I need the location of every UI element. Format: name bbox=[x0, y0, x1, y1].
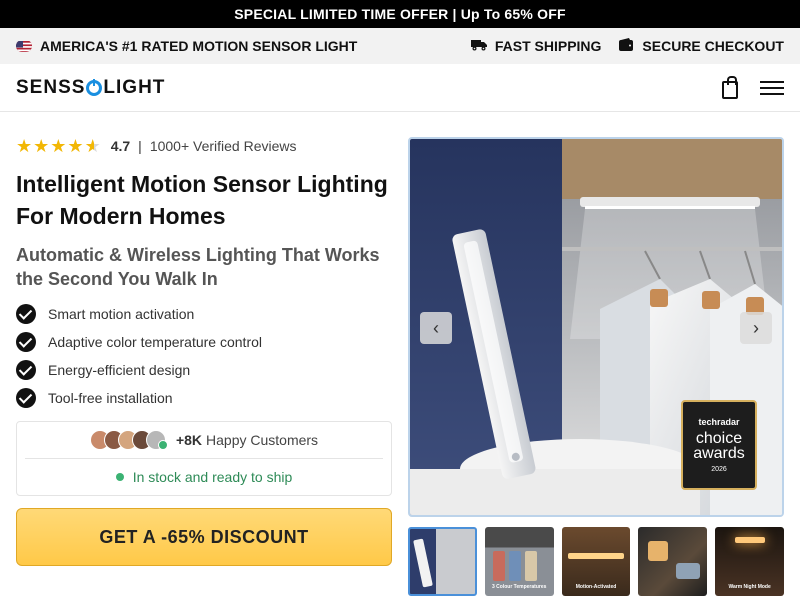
trust-rating-item: AMERICA'S #1 RATED MOTION SENSOR LIGHT bbox=[16, 38, 357, 54]
secure-checkout-item: SECURE CHECKOUT bbox=[619, 38, 784, 54]
award-line2: awards bbox=[693, 445, 745, 462]
stock-status-text: In stock and ready to ship bbox=[132, 469, 293, 485]
product-headline: Intelligent Motion Sensor Lighting For M… bbox=[16, 171, 388, 229]
checkmark-icon bbox=[16, 332, 36, 352]
gallery-prev-button[interactable]: ‹ bbox=[420, 312, 452, 344]
customer-label: Happy Customers bbox=[206, 432, 319, 448]
wallet-icon bbox=[619, 38, 634, 54]
secure-checkout-text: SECURE CHECKOUT bbox=[642, 38, 784, 54]
feature-item: Energy-efficient design bbox=[16, 356, 392, 384]
gallery-thumbnail[interactable]: 3 Colour Temperatures bbox=[484, 527, 554, 596]
social-proof-box: +8K Happy Customers In stock and ready t… bbox=[16, 421, 392, 496]
star-icon: ★ bbox=[33, 136, 50, 156]
award-brand: techradar bbox=[698, 417, 740, 427]
fast-shipping-item: FAST SHIPPING bbox=[470, 38, 602, 54]
rating-value: 4.7 bbox=[110, 138, 131, 154]
shopping-bag-icon[interactable] bbox=[722, 75, 738, 99]
customer-count: +8K bbox=[175, 432, 203, 448]
thumbnail-caption: 3 Colour Temperatures bbox=[492, 584, 547, 590]
hamburger-menu-icon[interactable] bbox=[760, 80, 784, 96]
checkmark-icon bbox=[16, 388, 36, 408]
product-subhead: Automatic & Wireless Lighting That Works… bbox=[16, 245, 380, 289]
feature-item: Smart motion activation bbox=[16, 300, 392, 328]
happy-customers-row: +8K Happy Customers bbox=[25, 422, 383, 459]
customer-avatars bbox=[89, 430, 168, 450]
trust-rating-text: AMERICA'S #1 RATED MOTION SENSOR LIGHT bbox=[40, 38, 358, 54]
fast-shipping-text: FAST SHIPPING bbox=[494, 38, 602, 54]
feature-list: Smart motion activation Adaptive color t… bbox=[16, 300, 392, 412]
star-icon: ★ bbox=[16, 136, 33, 156]
award-year: 2026 bbox=[711, 466, 727, 473]
gallery-thumbnail[interactable]: Motion-Activated bbox=[561, 527, 631, 596]
truck-icon bbox=[470, 38, 487, 54]
promo-banner: SPECIAL LIMITED TIME OFFER | Up To 65% O… bbox=[0, 0, 800, 28]
rating-separator: | bbox=[138, 138, 142, 154]
checkmark-icon bbox=[16, 304, 36, 324]
logo-text-right: LIGHT bbox=[103, 76, 166, 98]
cta-label: GET A -65% DISCOUNT bbox=[99, 526, 309, 547]
stock-status-row: In stock and ready to ship bbox=[17, 459, 391, 495]
review-count: 1000+ Verified Reviews bbox=[149, 138, 297, 154]
trust-bar: AMERICA'S #1 RATED MOTION SENSOR LIGHT F… bbox=[0, 28, 800, 64]
thumbnail-caption: Motion-Activated bbox=[575, 584, 617, 590]
stock-status-dot-icon bbox=[115, 473, 124, 481]
rating-row[interactable]: ★ ★ ★ ★ ★ 4.7 | 1000+ Verified Reviews bbox=[16, 130, 392, 162]
feature-text: Tool-free installation bbox=[48, 390, 173, 406]
star-rating: ★ ★ ★ ★ ★ bbox=[16, 137, 101, 155]
discount-cta-button[interactable]: GET A -65% DISCOUNT bbox=[16, 508, 392, 566]
logo-text-left: SENSS bbox=[16, 76, 86, 98]
gallery-thumbnail[interactable] bbox=[408, 527, 477, 596]
chevron-right-icon: › bbox=[753, 317, 759, 338]
half-star-icon: ★ bbox=[84, 136, 101, 156]
gallery-thumbnails: 3 Colour Temperatures Motion-Activated W… bbox=[408, 527, 784, 597]
gallery-thumbnail[interactable]: Warm Night Mode bbox=[715, 527, 784, 596]
star-icon: ★ bbox=[50, 136, 67, 156]
feature-text: Smart motion activation bbox=[48, 306, 195, 322]
product-image-gallery: techradar choice awards 2026 ‹ › bbox=[408, 137, 784, 517]
us-flag-icon bbox=[16, 40, 32, 52]
promo-text: SPECIAL LIMITED TIME OFFER | Up To 65% O… bbox=[234, 6, 566, 22]
site-header: SENSS LIGHT bbox=[0, 64, 800, 112]
gallery-thumbnail[interactable] bbox=[638, 527, 708, 596]
feature-item: Tool-free installation bbox=[16, 384, 392, 412]
product-info: ★ ★ ★ ★ ★ 4.7 | 1000+ Verified Reviews I… bbox=[16, 130, 392, 412]
star-icon: ★ bbox=[67, 136, 84, 156]
power-icon bbox=[86, 78, 103, 96]
techradar-award-badge: techradar choice awards 2026 bbox=[682, 401, 756, 489]
checkmark-icon bbox=[16, 360, 36, 380]
gallery-next-button[interactable]: › bbox=[740, 312, 772, 344]
chevron-left-icon: ‹ bbox=[433, 317, 439, 338]
thumbnail-caption: Warm Night Mode bbox=[728, 584, 771, 590]
verified-badge-icon bbox=[157, 440, 168, 450]
feature-text: Energy-efficient design bbox=[48, 362, 191, 378]
brand-logo[interactable]: SENSS LIGHT bbox=[16, 77, 165, 99]
feature-item: Adaptive color temperature control bbox=[16, 328, 392, 356]
feature-text: Adaptive color temperature control bbox=[48, 334, 262, 350]
award-line1: choice bbox=[695, 430, 743, 447]
